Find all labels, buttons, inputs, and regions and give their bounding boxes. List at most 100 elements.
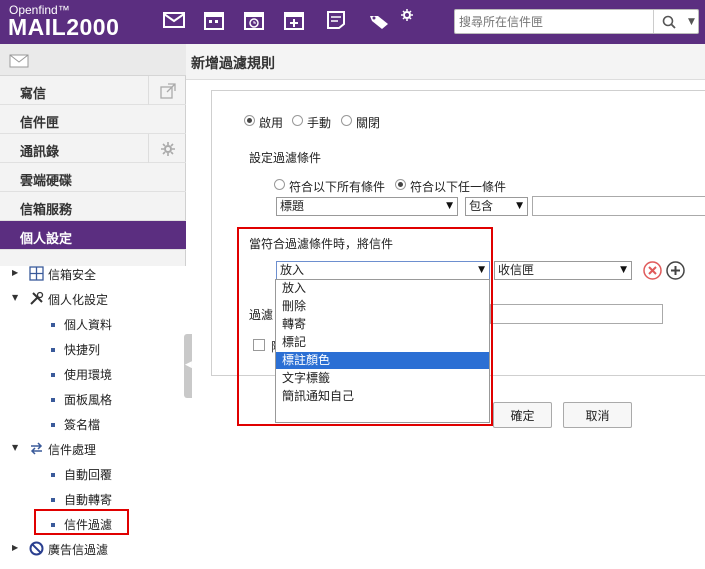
condition-operator-value: 包含: [469, 199, 494, 213]
page-header: 新增過濾規則: [186, 44, 705, 80]
tree-item-label: 簽名檔: [64, 418, 101, 432]
ok-button[interactable]: 確定: [493, 402, 552, 428]
bullet-icon: [51, 323, 55, 327]
tree-item-label: 信箱安全: [48, 268, 97, 282]
sidebar-item-label: 信件匣: [20, 116, 60, 131]
schedule-icon[interactable]: [243, 10, 265, 30]
match-all-radio[interactable]: [274, 179, 285, 190]
search-button[interactable]: [653, 10, 683, 33]
security-icon: [29, 266, 44, 281]
popout-icon[interactable]: [148, 76, 186, 105]
target-folder-select[interactable]: 收信匣 ▼: [494, 261, 632, 280]
bullet-icon: [51, 398, 55, 402]
tree-item-personalization[interactable]: ▼ 個人化設定: [0, 288, 186, 310]
sidebar-item-personal-settings[interactable]: 個人設定: [0, 221, 186, 250]
note-icon[interactable]: [325, 10, 347, 30]
highlight-frame-nav: [34, 509, 129, 535]
tree-item-mail-processing[interactable]: ▼ 信件處理: [0, 438, 186, 460]
bullet-icon: [51, 473, 55, 477]
cancel-button[interactable]: 取消: [563, 402, 632, 428]
tools-icon: [30, 291, 44, 305]
mode-off-radio[interactable]: [341, 115, 352, 126]
add-event-icon[interactable]: [283, 10, 305, 30]
search-icon: [662, 15, 676, 29]
expand-arrow-icon[interactable]: ▶: [12, 543, 18, 552]
match-all-label: 符合以下所有條件: [289, 180, 386, 194]
envelope-icon[interactable]: [9, 54, 29, 68]
top-bar: Openfind™ MAIL2000 ▼: [0, 0, 705, 44]
search-scope-dropdown[interactable]: ▼: [684, 10, 699, 33]
mode-manual-radio[interactable]: [292, 115, 303, 126]
sidebar-item-mail-services[interactable]: 信箱服務: [0, 192, 186, 221]
tree-item-label: 廣告信過濾: [48, 543, 109, 557]
sidebar-item-compose[interactable]: 寫信: [0, 76, 186, 105]
mode-manual-label: 手動: [307, 116, 332, 130]
collapse-left-icon: ◀: [185, 360, 192, 370]
filter-name-input[interactable]: [490, 304, 663, 324]
bullet-icon: [51, 423, 55, 427]
tree-item-auto-reply[interactable]: 自動回覆: [0, 463, 186, 485]
condition-section-label: 設定過濾條件: [249, 151, 322, 165]
tree-item-label: 個人資料: [64, 318, 113, 332]
bullet-icon: [51, 373, 55, 377]
collapse-arrow-icon[interactable]: ▼: [12, 293, 18, 302]
collapse-arrow-icon[interactable]: ▼: [12, 443, 18, 452]
sidebar-item-label: 雲端硬碟: [20, 174, 73, 189]
highlight-frame-action: [237, 227, 493, 426]
tree-item-shortcut-bar[interactable]: 快捷列: [0, 338, 186, 360]
condition-field-select[interactable]: 標題 ▼: [276, 197, 458, 216]
tree-item-spam-filter[interactable]: ▶ 廣告信過濾: [0, 538, 186, 560]
tree-item-label: 信件處理: [48, 443, 97, 457]
sidebar-collapse-handle[interactable]: ◀: [184, 334, 192, 398]
settings-icon[interactable]: [400, 8, 414, 22]
sidebar-item-label: 個人設定: [20, 232, 73, 247]
tree-item-auto-forward[interactable]: 自動轉寄: [0, 488, 186, 510]
tree-item-label: 面板風格: [64, 393, 113, 407]
sidebar: 寫信 信件匣 通訊錄 雲端硬碟 信箱服務 個人設定 ▶ 信箱安全 ▼ 個人化設定…: [0, 44, 186, 569]
tag-icon[interactable]: [368, 10, 390, 30]
remove-condition-icon[interactable]: [643, 261, 662, 280]
match-any-radio[interactable]: [395, 179, 406, 190]
match-any-label: 符合以下任一條件: [410, 180, 507, 194]
condition-operator-select[interactable]: 包含 ▼: [465, 197, 528, 216]
add-condition-icon[interactable]: [666, 261, 685, 280]
mode-off-label: 關閉: [356, 116, 381, 130]
sidebar-item-cloud-drive[interactable]: 雲端硬碟: [0, 163, 186, 192]
sidebar-item-label: 信箱服務: [20, 203, 73, 218]
bullet-icon: [51, 498, 55, 502]
tree-item-label: 快捷列: [64, 343, 101, 357]
condition-field-value: 標題: [280, 199, 305, 213]
brand-logo: MAIL2000: [8, 14, 120, 40]
chevron-down-icon: ▼: [446, 201, 453, 211]
swap-arrows-icon: [30, 442, 43, 455]
mode-enable-radio[interactable]: [244, 115, 255, 126]
sidebar-item-label: 通訊錄: [20, 145, 60, 160]
tree-item-profile[interactable]: 個人資料: [0, 313, 186, 335]
sidebar-item-label: 寫信: [20, 87, 47, 102]
expand-arrow-icon[interactable]: ▶: [12, 268, 18, 277]
bullet-icon: [51, 348, 55, 352]
mail-icon[interactable]: [163, 10, 185, 30]
tree-item-signature[interactable]: 簽名檔: [0, 413, 186, 435]
tree-item-label: 自動回覆: [64, 468, 113, 482]
compose-strip: [0, 44, 186, 76]
tree-item-label: 個人化設定: [48, 293, 109, 307]
mode-enable-label: 啟用: [259, 116, 284, 130]
tree-item-panel-style[interactable]: 面板風格: [0, 388, 186, 410]
tree-item-label: 使用環境: [64, 368, 113, 382]
block-icon: [29, 541, 44, 556]
search-input[interactable]: [455, 10, 651, 33]
target-folder-value: 收信匣: [498, 263, 535, 277]
search-box: ▼: [454, 9, 699, 34]
chevron-down-icon: ▼: [516, 201, 523, 211]
sidebar-item-inbox[interactable]: 信件匣: [0, 105, 186, 134]
tree-item-environment[interactable]: 使用環境: [0, 363, 186, 385]
sidebar-item-contacts[interactable]: 通訊錄: [0, 134, 186, 163]
calendar-icon[interactable]: [203, 10, 225, 30]
tree-item-mailbox-security[interactable]: ▶ 信箱安全: [0, 263, 186, 285]
app-window: Openfind™ MAIL2000 ▼: [0, 0, 705, 569]
gear-icon[interactable]: [148, 134, 186, 163]
condition-value-input[interactable]: [532, 196, 705, 216]
chevron-down-icon: ▼: [620, 265, 627, 275]
tree-item-label: 自動轉寄: [64, 493, 113, 507]
